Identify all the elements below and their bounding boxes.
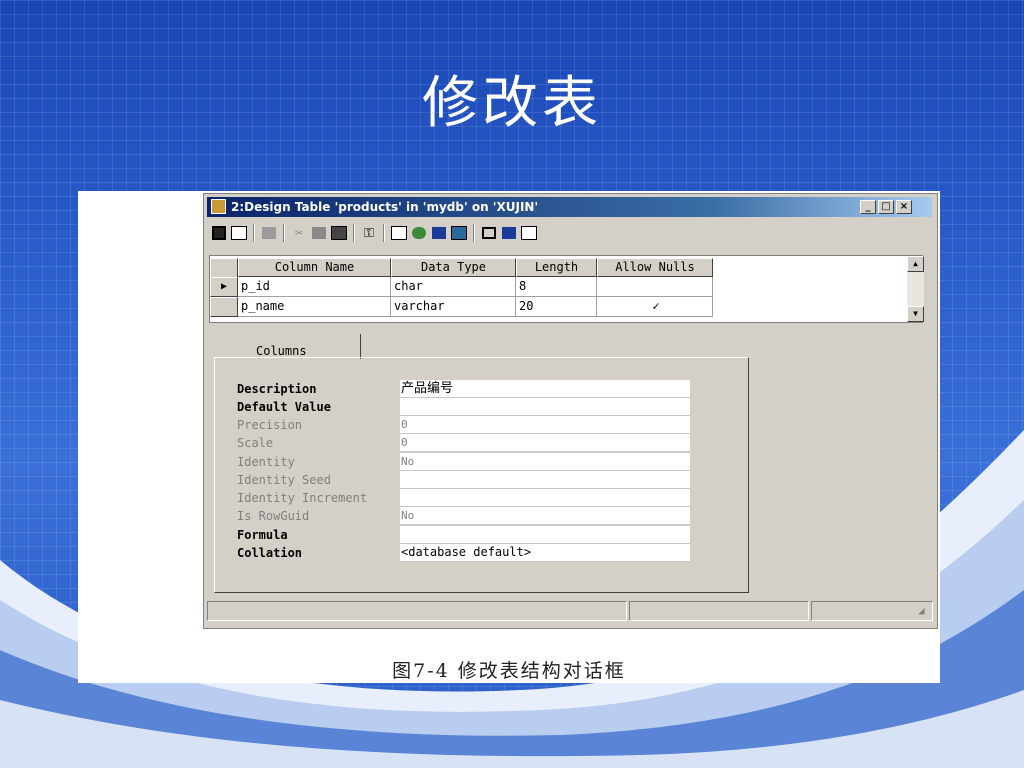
property-value-description[interactable]: 产品编号 — [400, 380, 690, 398]
header-column-name[interactable]: Column Name — [238, 258, 391, 277]
row-selector-current[interactable]: ▶ — [210, 277, 238, 297]
scroll-up-button[interactable]: ▲ — [907, 256, 924, 272]
paste-icon[interactable] — [330, 224, 348, 242]
property-label: Is RowGuid — [237, 509, 310, 523]
scroll-down-button[interactable]: ▼ — [907, 306, 924, 322]
column-grid: Column Name Data Type Length Allow Nulls… — [209, 255, 924, 323]
grid-vertical-scrollbar[interactable]: ▲ ▼ — [907, 256, 924, 322]
property-value-identity: No — [400, 453, 690, 471]
generate-script-icon[interactable] — [260, 224, 278, 242]
copy-icon[interactable] — [310, 224, 328, 242]
manage-triggers-icon[interactable] — [450, 224, 468, 242]
maximize-button[interactable]: □ — [878, 200, 894, 214]
toolbar: ✂ ⚿ — [207, 220, 932, 246]
properties-icon[interactable] — [230, 224, 248, 242]
property-value-formula[interactable] — [400, 526, 690, 544]
resize-grip-icon[interactable]: ◢ — [918, 604, 925, 617]
property-label: Default Value — [237, 400, 331, 414]
save-icon[interactable] — [210, 224, 228, 242]
cut-icon[interactable]: ✂ — [290, 224, 308, 242]
status-pane — [629, 601, 809, 621]
design-table-window: 2:Design Table 'products' in 'mydb' on '… — [203, 193, 938, 629]
slide-title: 修改表 — [422, 71, 602, 136]
property-label: Collation — [237, 546, 303, 560]
indexes-icon[interactable] — [410, 224, 428, 242]
table-row-name[interactable]: p_name — [238, 297, 391, 317]
table-row-type[interactable]: varchar — [391, 297, 516, 317]
property-label: Description — [237, 382, 317, 396]
figure-caption: 图7-4 修改表结构对话框 — [392, 660, 626, 682]
app-icon — [211, 199, 226, 214]
table-row-type[interactable]: char — [391, 277, 516, 297]
window-title: 2:Design Table 'products' in 'mydb' on '… — [231, 200, 539, 214]
property-label: Scale — [237, 436, 274, 450]
property-label: Formula — [237, 528, 288, 542]
tab-columns[interactable]: Columns — [256, 344, 307, 358]
relationships-icon[interactable] — [390, 224, 408, 242]
window-titlebar[interactable]: 2:Design Table 'products' in 'mydb' on '… — [207, 197, 932, 217]
property-label: Identity — [237, 455, 295, 469]
grid-corner — [210, 258, 238, 278]
minimize-button[interactable]: _ — [860, 200, 876, 214]
property-value-default[interactable] — [400, 398, 690, 416]
property-value-scale: 0 — [400, 434, 690, 452]
table-row-length[interactable]: 8 — [516, 277, 597, 297]
property-label: Identity Seed — [237, 473, 331, 487]
header-data-type[interactable]: Data Type — [391, 258, 516, 277]
status-pane — [207, 601, 627, 621]
table-row-nulls[interactable] — [597, 277, 713, 297]
property-value-precision: 0 — [400, 416, 690, 434]
table-row-name[interactable]: p_id — [238, 277, 391, 297]
header-length[interactable]: Length — [516, 258, 597, 277]
property-label: Precision — [237, 418, 303, 432]
header-allow-nulls[interactable]: Allow Nulls — [597, 258, 713, 277]
script-icon[interactable] — [500, 224, 518, 242]
property-value-rowguid: No — [400, 507, 690, 525]
property-value-collation[interactable]: <database default> — [400, 544, 690, 562]
close-button[interactable]: × — [896, 200, 912, 214]
property-value-identity-increment — [400, 489, 690, 507]
constraints-icon[interactable] — [430, 224, 448, 242]
status-pane — [811, 601, 933, 621]
property-label: Identity Increment — [237, 491, 368, 505]
primary-key-icon[interactable]: ⚿ — [360, 224, 378, 242]
table-row-length[interactable]: 20 — [516, 297, 597, 317]
dependencies-icon[interactable] — [480, 224, 498, 242]
property-value-identity-seed — [400, 471, 690, 489]
table-row-nulls[interactable]: ✓ — [597, 297, 713, 317]
table-icon[interactable] — [520, 224, 538, 242]
row-selector[interactable] — [210, 297, 238, 317]
